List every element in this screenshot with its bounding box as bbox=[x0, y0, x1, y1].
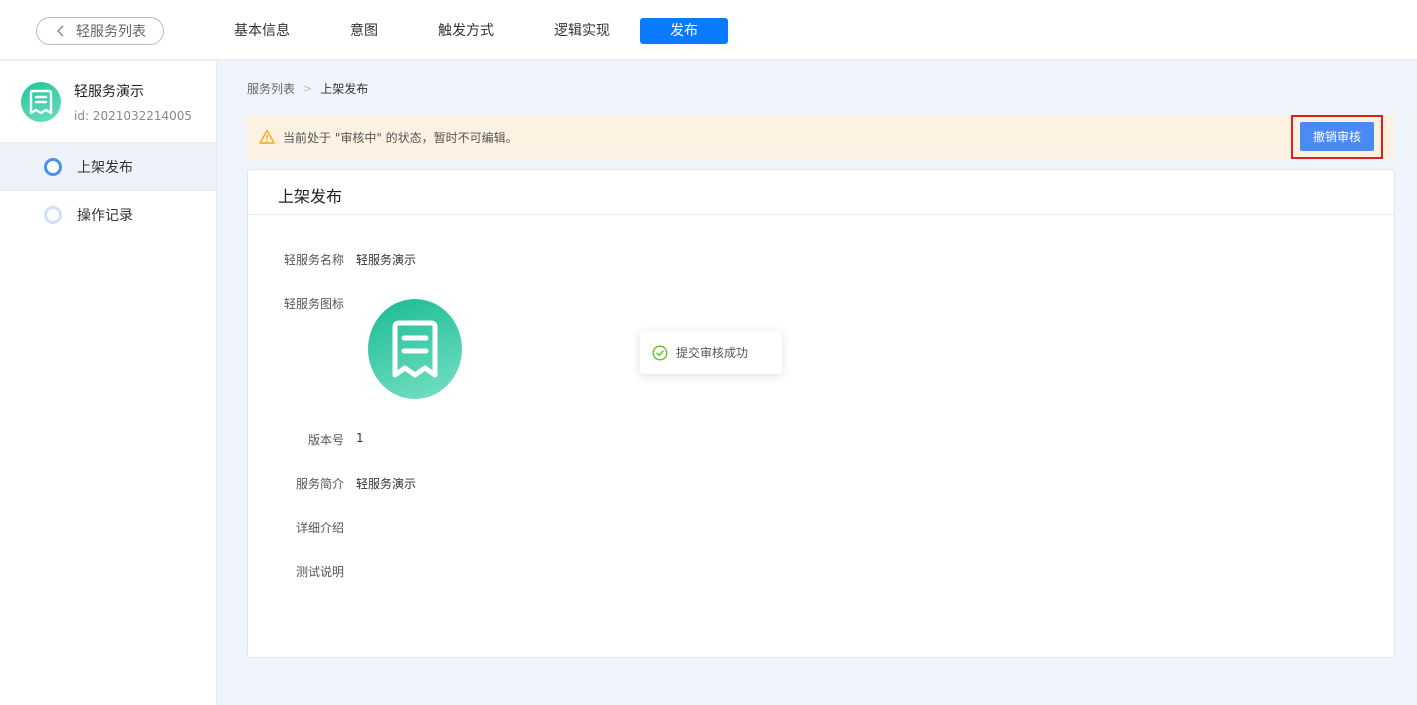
tab-intent[interactable]: 意图 bbox=[324, 18, 404, 44]
intro-label: 服务简介 bbox=[295, 477, 344, 491]
warning-triangle-icon bbox=[259, 129, 275, 144]
sidebar-item-publish[interactable]: 上架发布 bbox=[0, 143, 216, 191]
step-circle-icon bbox=[44, 206, 62, 224]
revoke-review-button[interactable]: 撤销审核 bbox=[1300, 122, 1374, 151]
breadcrumb-separator: > bbox=[303, 82, 313, 95]
name-value: 轻服务演示 bbox=[356, 253, 417, 267]
document-note-icon bbox=[368, 299, 462, 399]
sidebar-item-operation-log[interactable]: 操作记录 bbox=[0, 191, 216, 239]
top-bar: 轻服务列表 基本信息 意图 触发方式 逻辑实现 发布 bbox=[0, 0, 1417, 60]
tab-logic[interactable]: 逻辑实现 bbox=[542, 18, 622, 44]
service-name: 轻服务演示 bbox=[74, 84, 144, 100]
step-circle-icon bbox=[44, 158, 62, 176]
name-label: 轻服务名称 bbox=[283, 253, 344, 267]
back-button-label: 轻服务列表 bbox=[76, 24, 146, 40]
chevron-left-icon bbox=[57, 25, 64, 37]
notice-text: 当前处于 "审核中" 的状态，暂时不可编辑。 bbox=[283, 131, 518, 145]
status-notice: 当前处于 "审核中" 的状态，暂时不可编辑。 bbox=[247, 115, 1394, 159]
version-label: 版本号 bbox=[307, 433, 344, 447]
tab-trigger[interactable]: 触发方式 bbox=[426, 18, 506, 44]
check-circle-icon bbox=[652, 345, 668, 360]
back-to-service-list-button[interactable]: 轻服务列表 bbox=[36, 17, 164, 45]
version-value: 1 bbox=[356, 431, 364, 445]
test-notes-label: 测试说明 bbox=[295, 565, 344, 579]
sidebar: 轻服务演示 id: 2021032214005 上架发布 操作记录 bbox=[0, 61, 217, 705]
detail-label: 详细介绍 bbox=[295, 521, 344, 535]
sidebar-item-label: 上架发布 bbox=[77, 160, 133, 176]
divider bbox=[248, 214, 1394, 215]
tab-basic-info[interactable]: 基本信息 bbox=[222, 18, 302, 44]
card-title: 上架发布 bbox=[278, 187, 343, 206]
document-note-icon bbox=[21, 82, 61, 122]
success-toast: 提交审核成功 bbox=[640, 331, 782, 374]
tab-publish[interactable]: 发布 bbox=[640, 18, 728, 44]
publish-card: 上架发布 轻服务名称 轻服务演示 轻服务图标 版本号 1 服务简介 轻服务演示 … bbox=[247, 169, 1395, 658]
service-id: id: 2021032214005 bbox=[74, 109, 193, 123]
breadcrumb-current: 上架发布 bbox=[320, 82, 369, 96]
icon-label: 轻服务图标 bbox=[283, 297, 344, 311]
breadcrumb-parent-link[interactable]: 服务列表 bbox=[247, 80, 295, 97]
sidebar-item-label: 操作记录 bbox=[77, 208, 133, 224]
intro-value: 轻服务演示 bbox=[356, 477, 417, 491]
toast-message: 提交审核成功 bbox=[676, 346, 749, 360]
breadcrumb: 服务列表 > 上架发布 bbox=[247, 80, 368, 97]
service-header: 轻服务演示 id: 2021032214005 bbox=[0, 61, 216, 143]
